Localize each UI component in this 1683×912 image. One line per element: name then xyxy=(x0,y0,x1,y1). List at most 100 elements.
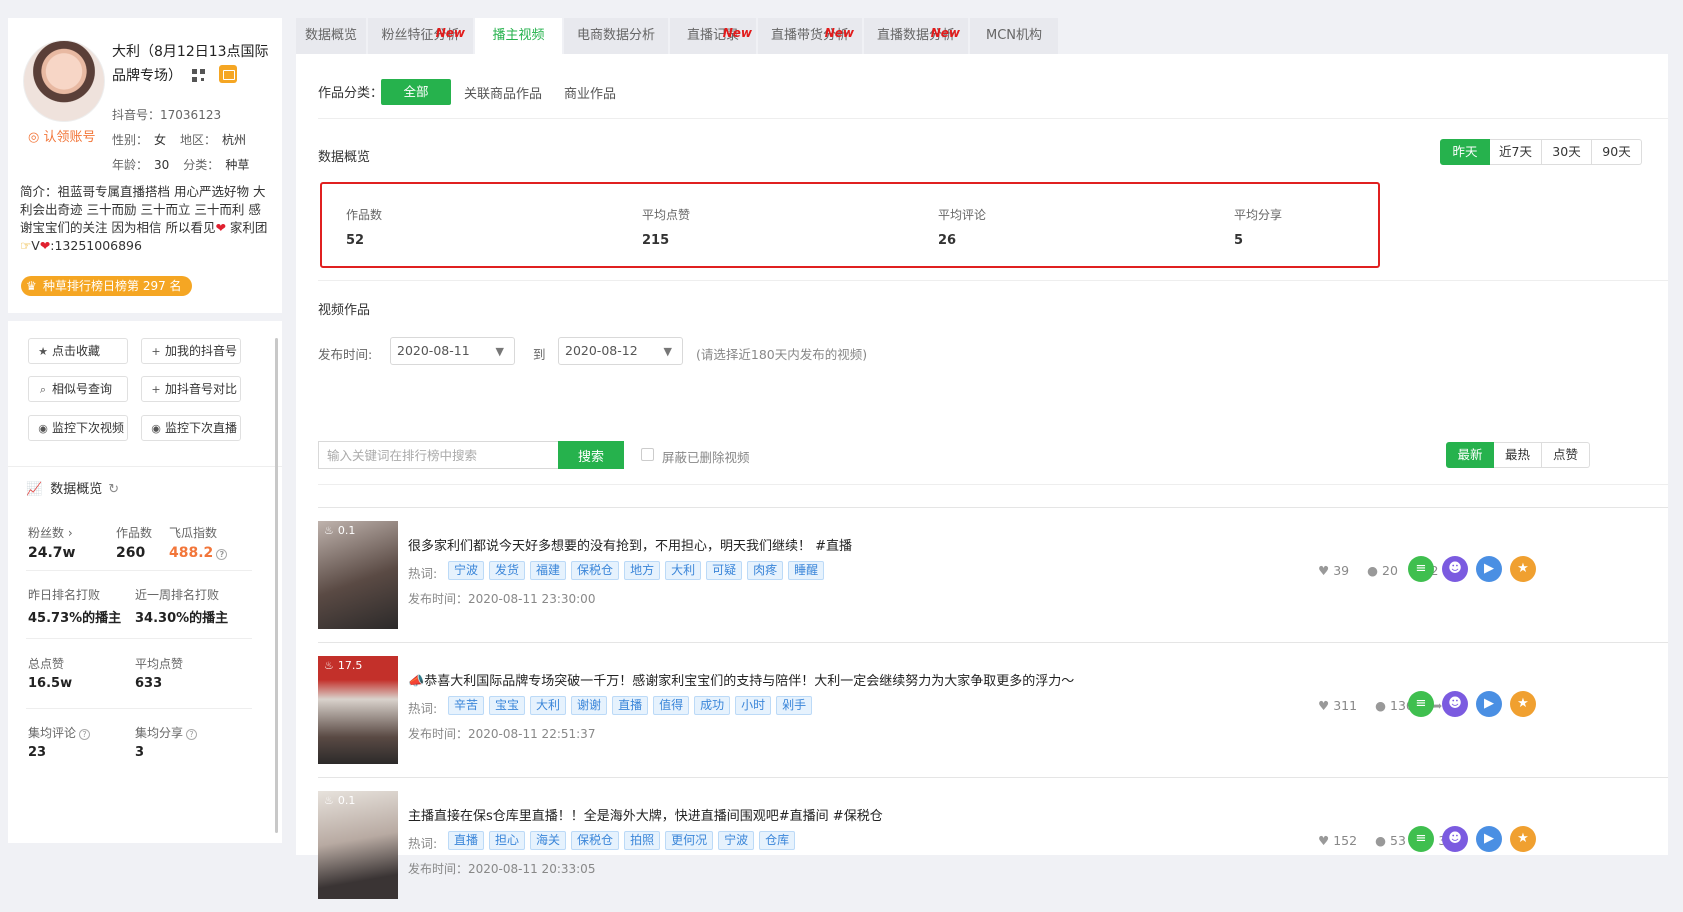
tab-live-sales[interactable]: 直播带货分析 New xyxy=(758,18,862,54)
keyword-tag[interactable]: 仓库 xyxy=(759,831,796,850)
date-to-input[interactable]: 2020-08-12 ▼ xyxy=(558,337,683,365)
keyword-tag[interactable]: 大利 xyxy=(665,561,702,580)
keyword-tag[interactable]: 剁手 xyxy=(776,696,813,715)
tab-overview[interactable]: 数据概览 xyxy=(296,18,366,54)
hide-deleted-checkbox[interactable] xyxy=(641,448,654,461)
play-icon[interactable]: ▶ xyxy=(1476,556,1502,582)
help-icon[interactable]: ? xyxy=(186,729,198,740)
fans-stat[interactable]: 粉丝数 › 24.7w xyxy=(28,524,75,561)
monitor-video-button[interactable]: ◉ 监控下次视频 xyxy=(28,415,128,441)
comments-count: ● 53 xyxy=(1375,833,1406,848)
keyword-tag[interactable]: 发货 xyxy=(489,561,526,580)
tab-ecommerce[interactable]: 电商数据分析 xyxy=(564,18,668,54)
video-title[interactable]: 📣恭喜大利国际品牌专场突破一千万！感谢家利宝宝们的支持与陪伴！大利一定会继续努力… xyxy=(408,670,1074,689)
add-my-douyin-button[interactable]: + 加我的抖音号 xyxy=(141,338,241,364)
refresh-icon[interactable]: ↻ xyxy=(108,482,119,497)
tab-mcn[interactable]: MCN机构 xyxy=(970,18,1058,54)
compare-button[interactable]: + 加抖音号对比 xyxy=(141,376,241,402)
keyword-tag[interactable]: 海关 xyxy=(530,831,567,850)
tab-live-records[interactable]: 直播记录 New xyxy=(670,18,756,54)
video-row[interactable]: 0.1 主播直接在保s仓库里直播！！全是海外大牌，快进直播间围观吧#直播间 #保… xyxy=(318,777,1668,912)
range-yesterday[interactable]: 昨天 xyxy=(1440,139,1490,165)
yesterday-rank-stat: 昨日排名打败 45.73%的播主 xyxy=(28,588,122,626)
favorite-button[interactable]: ★ 点击收藏 xyxy=(28,338,128,364)
detail-icon[interactable]: ≡ xyxy=(1408,691,1434,717)
star-icon[interactable]: ★ xyxy=(1510,556,1536,582)
divider xyxy=(26,708,252,709)
keyword-tag[interactable]: 辛苦 xyxy=(448,696,485,715)
star-icon[interactable]: ★ xyxy=(1510,691,1536,717)
tab-live-data[interactable]: 直播数据分析 New xyxy=(864,18,968,54)
help-icon[interactable]: ? xyxy=(216,549,228,560)
filter-all[interactable]: 全部 xyxy=(381,79,451,105)
help-icon[interactable]: ? xyxy=(79,729,91,740)
audience-icon[interactable]: ☻ xyxy=(1442,826,1468,852)
star-icon[interactable]: ★ xyxy=(1510,826,1536,852)
keyword-tag[interactable]: 地方 xyxy=(624,561,661,580)
keyword-tag[interactable]: 可疑 xyxy=(706,561,743,580)
keyword-tag[interactable]: 拍照 xyxy=(624,831,661,850)
keyword-tag[interactable]: 肉疼 xyxy=(747,561,784,580)
sort-likes[interactable]: 点赞 xyxy=(1542,442,1590,468)
video-thumbnail[interactable]: 0.1 xyxy=(318,791,398,899)
keyword-tag[interactable]: 担心 xyxy=(489,831,526,850)
monitor-live-button[interactable]: ◉ 监控下次直播 xyxy=(141,415,241,441)
sort-latest[interactable]: 最新 xyxy=(1446,442,1494,468)
detail-icon[interactable]: ≡ xyxy=(1408,826,1434,852)
search-button[interactable]: 搜索 xyxy=(558,441,624,469)
audience-icon[interactable]: ☻ xyxy=(1442,691,1468,717)
keyword-tag[interactable]: 福建 xyxy=(530,561,567,580)
keyword-tag[interactable]: 宁波 xyxy=(718,831,755,850)
similar-search-button[interactable]: ⌕ 相似号查询 xyxy=(28,376,128,402)
sidebar-scrollbar[interactable] xyxy=(275,338,278,833)
hot-words-label: 热词: xyxy=(408,836,438,851)
keyword-tag[interactable]: 保税仓 xyxy=(571,831,620,850)
tab-fan-analysis[interactable]: 粉丝特征分析 New xyxy=(368,18,473,54)
video-thumbnail[interactable]: 17.5 xyxy=(318,656,398,764)
heart-icon: ♥ xyxy=(1318,833,1330,848)
range-7d[interactable]: 近7天 xyxy=(1490,139,1542,165)
keyword-tag[interactable]: 谢谢 xyxy=(571,696,608,715)
keyword-tag[interactable]: 成功 xyxy=(694,696,731,715)
keyword-tag[interactable]: 宝宝 xyxy=(489,696,526,715)
rank-badge[interactable]: 种草排行榜日榜第 297 名 xyxy=(21,276,192,296)
keyword-tag[interactable]: 值得 xyxy=(653,696,690,715)
profile-bio: 简介：祖蓝哥专属直播搭档 用心严选好物 大利会出奇迹 三十而励 三十而立 三十而… xyxy=(20,184,268,253)
tab-videos[interactable]: 播主视频 xyxy=(475,18,562,54)
chart-icon: 📈 xyxy=(26,482,43,497)
date-from-input[interactable]: 2020-08-11 ▼ xyxy=(390,337,515,365)
avatar[interactable] xyxy=(23,40,105,122)
eye-icon: ◉ xyxy=(151,422,161,435)
keyword-tag[interactable]: 大利 xyxy=(530,696,567,715)
search-input[interactable] xyxy=(318,441,558,469)
keyword-tag[interactable]: 宁波 xyxy=(448,561,485,580)
verified-badge[interactable]: ◎ 认领账号 xyxy=(28,126,96,145)
play-icon[interactable]: ▶ xyxy=(1476,691,1502,717)
video-thumbnail[interactable]: 0.1 xyxy=(318,521,398,629)
video-title[interactable]: 主播直接在保s仓库里直播！！全是海外大牌，快进直播间围观吧#直播间 #保税仓 xyxy=(408,805,883,824)
filter-product-works[interactable]: 关联商品作品 xyxy=(464,83,542,102)
video-row[interactable]: 0.1 很多家利们都说今天好多想要的没有抢到，不用担心，明天我们继续！ #直播 … xyxy=(318,507,1668,642)
overview-works: 作品数 52 xyxy=(346,208,383,248)
main-panel: 作品分类： 全部 关联商品作品 商业作品 数据概览 昨天 近7天 30天 90天… xyxy=(296,54,1668,899)
keyword-tag[interactable]: 直播 xyxy=(612,696,649,715)
audience-icon[interactable]: ☻ xyxy=(1442,556,1468,582)
keyword-tag[interactable]: 更何况 xyxy=(665,831,714,850)
play-icon[interactable]: ▶ xyxy=(1476,826,1502,852)
detail-icon[interactable]: ≡ xyxy=(1408,556,1434,582)
keyword-tag[interactable]: 保税仓 xyxy=(571,561,620,580)
keyword-tag[interactable]: 睡醒 xyxy=(788,561,825,580)
range-90d[interactable]: 90天 xyxy=(1592,139,1642,165)
shop-icon[interactable] xyxy=(219,65,237,83)
works-stat: 作品数 260 xyxy=(116,526,153,561)
keyword-tag[interactable]: 小时 xyxy=(735,696,772,715)
range-30d[interactable]: 30天 xyxy=(1542,139,1592,165)
video-title[interactable]: 很多家利们都说今天好多想要的没有抢到，不用担心，明天我们继续！ #直播 xyxy=(408,535,852,554)
video-row[interactable]: 17.5 📣恭喜大利国际品牌专场突破一千万！感谢家利宝宝们的支持与陪伴！大利一定… xyxy=(318,642,1668,777)
qrcode-icon[interactable] xyxy=(192,69,205,82)
filter-commercial-works[interactable]: 商业作品 xyxy=(564,83,616,102)
keyword-tag[interactable]: 直播 xyxy=(448,831,485,850)
divider xyxy=(318,118,1668,119)
sort-hottest[interactable]: 最热 xyxy=(1494,442,1542,468)
chevron-down-icon: ▼ xyxy=(495,345,504,358)
